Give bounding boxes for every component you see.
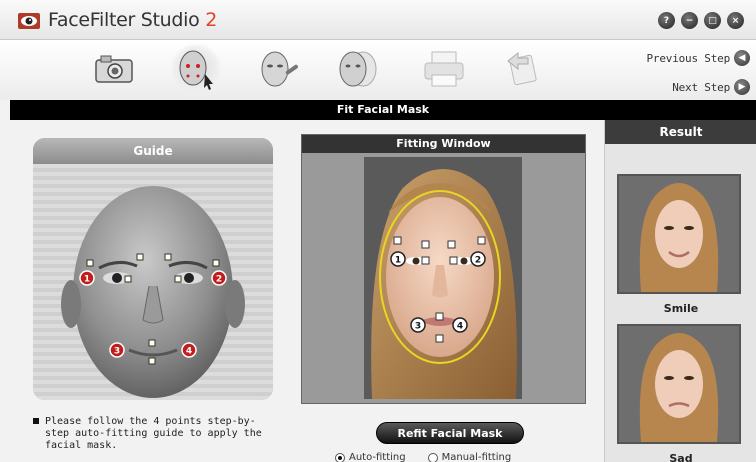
step-toolbar: Previous Step ◀ Next Step ▶ xyxy=(0,40,756,100)
previous-step-arrow-icon[interactable]: ◀ xyxy=(734,50,750,66)
face-morph-icon[interactable] xyxy=(330,44,386,94)
fitting-canvas[interactable]: 1 2 3 4 xyxy=(302,153,585,403)
fitting-window: Fitting Window 1 2 3 4 xyxy=(301,134,586,404)
fit-point-4[interactable]: 4 xyxy=(452,317,468,333)
guide-point-4: 4 xyxy=(181,342,197,358)
app-title: FaceFilter Studio 2 xyxy=(48,9,218,31)
previous-step-link[interactable]: Previous Step xyxy=(647,52,731,65)
refit-facial-mask-button[interactable]: Refit Facial Mask xyxy=(376,422,524,444)
next-step-link[interactable]: Next Step xyxy=(672,81,730,94)
guide-head-illustration: 1 2 3 4 xyxy=(61,186,245,398)
section-title: Fit Facial Mask xyxy=(10,100,756,120)
fit-point-2[interactable]: 2 xyxy=(470,251,486,267)
close-icon[interactable]: × xyxy=(727,12,744,29)
result-label-sad: Sad xyxy=(669,452,693,462)
help-icon[interactable]: ? xyxy=(658,12,675,29)
radio-unselected-icon xyxy=(427,452,438,462)
maximize-icon[interactable]: □ xyxy=(704,12,721,29)
sad-face-image xyxy=(619,326,739,442)
face-makeup-icon[interactable] xyxy=(250,44,306,94)
guide-body: 1 2 3 4 xyxy=(33,164,273,400)
fit-point-1[interactable]: 1 xyxy=(390,251,406,267)
guide-point-3: 3 xyxy=(109,342,125,358)
fit-point-3[interactable]: 3 xyxy=(410,317,426,333)
window-controls: ? − □ × xyxy=(658,12,744,29)
guide-instructions: Please follow the 4 points step-by-step … xyxy=(33,416,275,452)
svg-text:2: 2 xyxy=(475,256,481,266)
svg-text:3: 3 xyxy=(415,322,421,332)
svg-text:1: 1 xyxy=(395,256,401,266)
bullet-icon xyxy=(33,418,39,424)
guide-panel: Guide 1 2 3 4 xyxy=(33,138,273,400)
smile-face-image xyxy=(619,176,739,292)
face-mask-fit-icon[interactable] xyxy=(168,44,224,94)
fitting-window-title: Fitting Window xyxy=(302,135,585,153)
svg-text:4: 4 xyxy=(457,322,463,332)
camera-icon[interactable] xyxy=(86,44,142,94)
auto-fitting-radio[interactable]: Auto-fitting xyxy=(335,452,406,462)
printer-icon[interactable] xyxy=(416,44,472,94)
app-logo-icon xyxy=(18,13,40,29)
result-panel: Result Smile Sad xyxy=(604,120,756,462)
next-step-arrow-icon[interactable]: ▶ xyxy=(734,79,750,95)
result-title: Result xyxy=(605,120,756,144)
svg-text:4: 4 xyxy=(186,347,192,357)
guide-title: Guide xyxy=(33,138,273,164)
manual-fitting-radio[interactable]: Manual-fitting xyxy=(427,452,511,462)
svg-text:1: 1 xyxy=(84,275,90,285)
export-icon[interactable] xyxy=(494,44,550,94)
radio-selected-icon xyxy=(335,452,345,462)
fitting-photo: 1 2 3 4 xyxy=(364,157,522,399)
result-thumbnail-sad[interactable] xyxy=(617,324,741,444)
result-label-smile: Smile xyxy=(663,302,699,315)
minimize-icon[interactable]: − xyxy=(681,12,698,29)
svg-text:2: 2 xyxy=(216,275,222,285)
result-thumbnail-smile[interactable] xyxy=(617,174,741,294)
guide-point-1: 1 xyxy=(79,270,95,286)
svg-text:3: 3 xyxy=(114,347,120,357)
title-bar: FaceFilter Studio 2 ? − □ × xyxy=(0,0,756,40)
guide-point-2: 2 xyxy=(211,270,227,286)
fitting-mode-options: Auto-fitting Manual-fitting xyxy=(335,452,511,462)
